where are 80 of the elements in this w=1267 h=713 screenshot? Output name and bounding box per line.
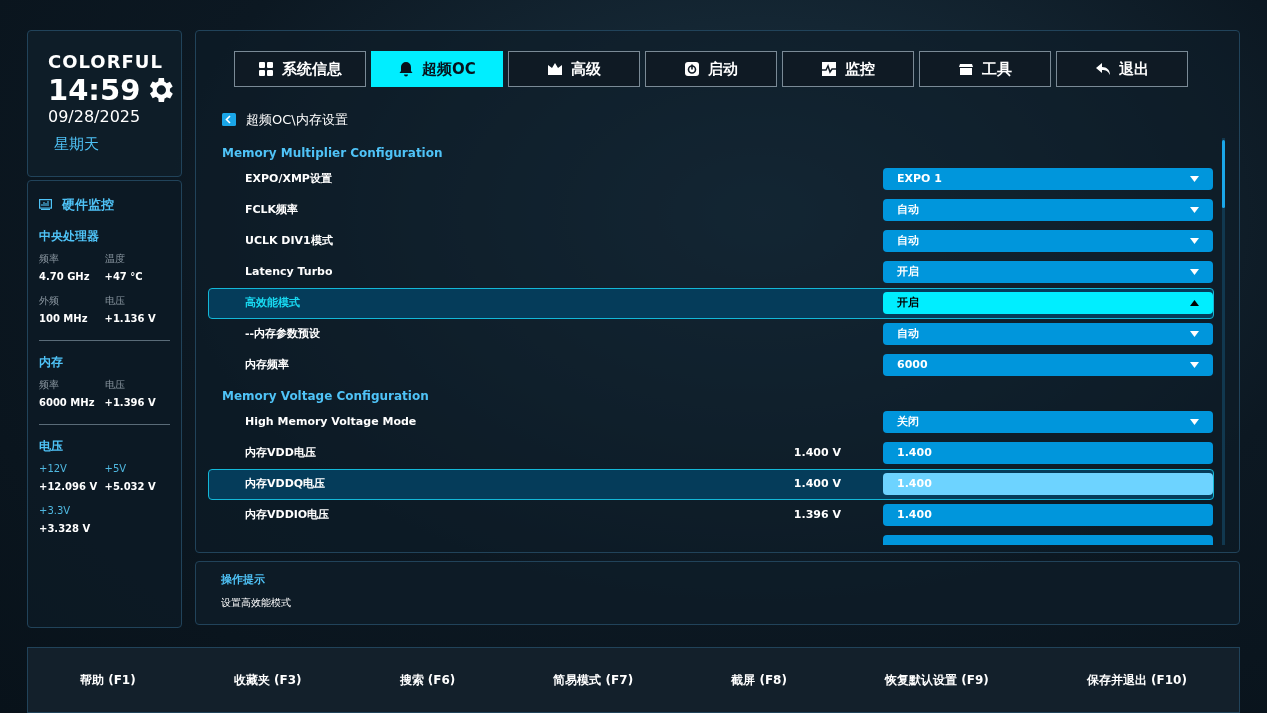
grid-icon (258, 61, 274, 77)
function-key-button[interactable]: 搜索 (F6) (399, 671, 456, 689)
section-heading: Memory Multiplier Configuration (222, 144, 444, 162)
section-heading: Memory Voltage Configuration (222, 387, 430, 405)
metric-value: 100 MHz (39, 311, 89, 326)
metric-label: 电压 (104, 293, 126, 308)
group-title: 内存 (39, 353, 64, 371)
breadcrumb: 超频OC\内存设置 (246, 111, 348, 129)
metric-value: +1.396 V (104, 395, 157, 410)
scrollbar[interactable] (1222, 137, 1225, 545)
monitor-icon (39, 199, 52, 211)
function-key-button[interactable]: 收藏夹 (F3) (233, 671, 302, 689)
metric-value: +3.328 V (39, 521, 92, 536)
metric-label: 频率 (39, 377, 60, 392)
function-key-button[interactable]: 保存并退出 (F10) (1086, 671, 1187, 689)
weekday-text: 星期天 (54, 134, 100, 155)
panel-title: 硬件监控 (62, 196, 114, 214)
menu-tab[interactable]: 高级 (508, 51, 640, 87)
voltage-reading: 1.396 V (792, 506, 842, 523)
setting-label: --内存参数预设 (245, 325, 322, 342)
menu-tab[interactable]: 系统信息 (234, 51, 366, 87)
clock-time: 14:59 (48, 73, 141, 107)
pulse-icon (821, 61, 837, 77)
menu-tab[interactable]: 监控 (782, 51, 914, 87)
caret-down-icon (1190, 207, 1199, 213)
setting-label: 内存VDDIO电压 (245, 506, 331, 523)
metric-value: +5.032 V (104, 479, 157, 494)
dropdown-select[interactable]: 开启 (883, 292, 1213, 314)
hint-title: 操作提示 (221, 572, 266, 588)
group-title: 电压 (39, 437, 64, 455)
power-icon (684, 61, 700, 77)
metric-label: 温度 (104, 251, 126, 266)
metric-value: +12.096 V (39, 479, 99, 494)
setting-label: 内存VDDQ电压 (245, 475, 327, 492)
back-arrow-icon (1095, 61, 1111, 77)
hint-text: 设置高效能模式 (221, 595, 292, 610)
metric-label: +12V (39, 461, 68, 476)
caret-down-icon (1190, 269, 1199, 275)
bell-icon (398, 61, 415, 77)
setting-label: UCLK DIV1模式 (245, 232, 334, 249)
toolbox-icon (958, 61, 974, 77)
function-key-button[interactable]: 恢复默认设置 (F9) (885, 671, 989, 689)
metric-label: +5V (104, 461, 128, 476)
caret-down-icon (1190, 331, 1199, 337)
caret-down-icon (1190, 419, 1199, 425)
metric-label: 电压 (104, 377, 126, 392)
voltage-reading: 1.400 V (792, 444, 842, 461)
menu-tab[interactable]: 工具 (919, 51, 1051, 87)
brand-logo: COLORFUL (48, 51, 164, 73)
group-title: 中央处理器 (39, 227, 100, 245)
setting-label: 内存VDD电压 (245, 444, 317, 461)
metric-value: 4.70 GHz (39, 269, 91, 284)
date-text: 09/28/2025 (48, 107, 142, 127)
metric-label: +3.3V (39, 503, 72, 518)
selected-row-highlight[interactable]: 内存VDDQ电压 1.400 V 1.400 (208, 468, 1214, 500)
crown-icon (547, 61, 563, 77)
menu-tab[interactable]: 超频OC (371, 51, 503, 87)
caret-up-icon (1190, 300, 1199, 306)
caret-down-icon (1190, 176, 1199, 182)
metric-value: +47 °C (104, 269, 144, 284)
selected-row-highlight[interactable]: 高效能模式 开启 (208, 287, 1214, 319)
setting-label: Latency Turbo (245, 263, 334, 280)
voltage-reading: 1.400 V (792, 475, 842, 492)
function-key-button[interactable]: 简易模式 (F7) (553, 671, 634, 689)
menu-tab[interactable]: 启动 (645, 51, 777, 87)
setting-label: 内存频率 (245, 356, 290, 373)
setting-label: FCLK频率 (245, 201, 300, 218)
setting-label: High Memory Voltage Mode (245, 413, 418, 430)
metric-value: 6000 MHz (39, 395, 96, 410)
setting-label: EXPO/XMP设置 (245, 170, 333, 187)
caret-down-icon (1190, 238, 1199, 244)
function-key-button[interactable]: 帮助 (F1) (80, 671, 136, 689)
function-key-button[interactable]: 截屏 (F8) (731, 671, 787, 689)
metric-label: 频率 (39, 251, 60, 266)
metric-value: +1.136 V (104, 311, 157, 326)
back-nav-icon[interactable] (222, 113, 236, 127)
caret-down-icon (1190, 362, 1199, 368)
metric-label: 外频 (39, 293, 60, 308)
setting-label: 高效能模式 (245, 294, 301, 311)
menu-tab[interactable]: 退出 (1056, 51, 1188, 87)
